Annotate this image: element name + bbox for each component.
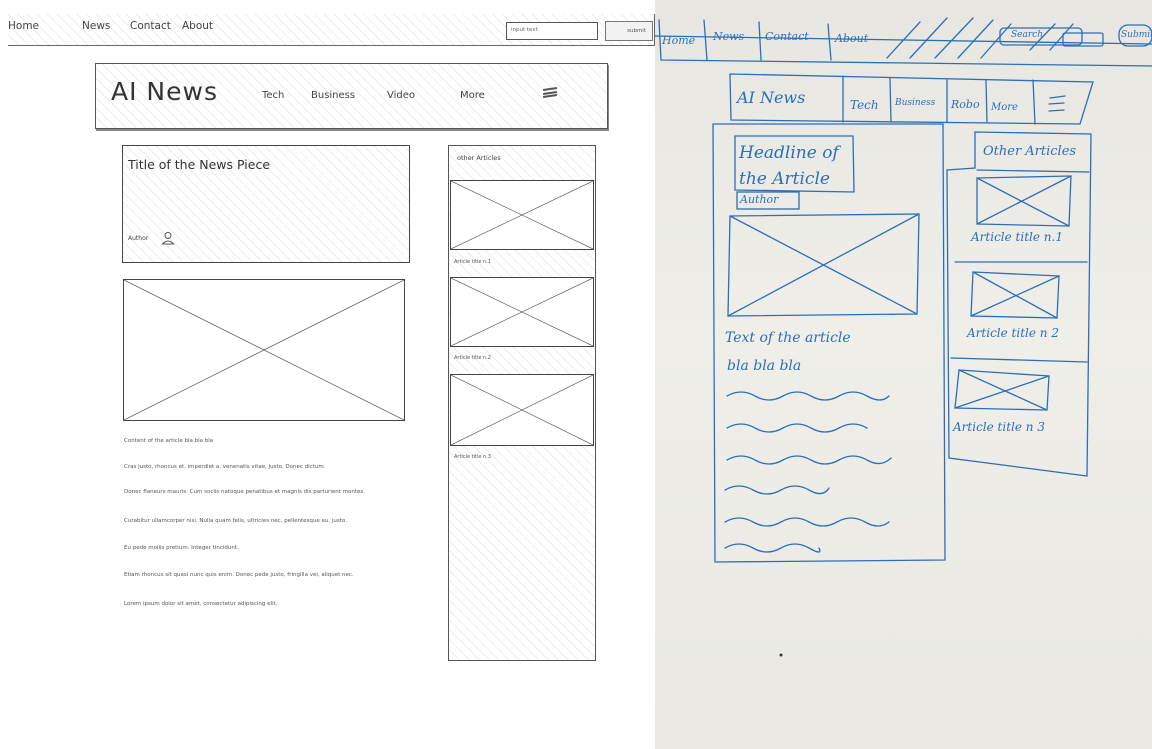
sketch-nav-home: Home (662, 34, 696, 47)
article-thumbnail-2[interactable] (450, 277, 594, 347)
sketch-article-title-1: Article title n.1 (971, 230, 1063, 244)
sketch-nav-contact: Contact (765, 30, 809, 43)
nav-contact-link[interactable]: Contact (130, 20, 171, 32)
sketch-nav-news: News (713, 30, 745, 43)
content-line: Eu pede mollis pretium. Integer tincidun… (124, 545, 239, 551)
article-thumbnail-1[interactable] (450, 180, 594, 250)
content-line: Lorem ipsum dolor sit amet, consectetur … (124, 601, 278, 607)
sketch-logo: AI News (737, 88, 806, 107)
sketch-submit-label: Submit (1121, 30, 1152, 40)
author-label: Author (128, 235, 149, 242)
other-articles-title: other Articles (457, 154, 501, 162)
content-line: Content of the article bla bla bla (124, 438, 214, 444)
content-line: Curabitur ullamcorper nisi. Nulla quam f… (124, 518, 347, 524)
search-input[interactable]: input text (506, 22, 598, 40)
sketch-article-title-2: Article title n 2 (967, 326, 1059, 340)
sketch-category-more: More (991, 102, 1018, 113)
article-title-1[interactable]: Article title n.1 (454, 259, 491, 265)
sketch-author: Author (740, 193, 779, 206)
paper-sketch-photo: Home News Contact About Search Submit AI… (655, 0, 1152, 749)
sketch-article-title-3: Article title n 3 (953, 420, 1045, 434)
category-business-link[interactable]: Business (311, 90, 355, 101)
content-line: Etiam rhoncus sit quasi nunc quis enim. … (124, 572, 354, 578)
site-header: AI News Tech Business Video More (95, 63, 608, 129)
sketch-headline: Headline of the Article (739, 143, 839, 189)
content-line: Donec flaneurs mauris. Cum sociis natoqu… (124, 489, 365, 495)
other-articles-panel: other Articles Article title n.1 Article… (448, 145, 596, 661)
category-tech-link[interactable]: Tech (262, 90, 284, 101)
sketch-search-label: Search (1011, 30, 1043, 40)
sketch-category-business: Business (895, 98, 936, 108)
user-icon (161, 232, 175, 245)
sketch-category-robo: Robo (951, 98, 980, 111)
nav-home-link[interactable]: Home (8, 20, 39, 32)
sketch-other-articles-title: Other Articles (983, 144, 1077, 159)
article-title-3[interactable]: Article title n.3 (454, 454, 491, 460)
article-title-2[interactable]: Article title n.2 (454, 355, 491, 361)
wireframe-panel: Home News Contact About input text submi… (0, 0, 655, 749)
article-image-placeholder (123, 279, 405, 421)
article-thumbnail-3[interactable] (450, 374, 594, 446)
menu-icon[interactable] (542, 86, 558, 100)
sketch-body-line-1: Text of the article (725, 330, 851, 346)
sketch-nav-about: About (835, 32, 869, 45)
submit-button[interactable]: submit (605, 21, 653, 41)
news-title: Title of the News Piece (128, 157, 271, 172)
sketch-body-line-2: bla bla bla (727, 358, 802, 374)
nav-about-link[interactable]: About (182, 20, 213, 32)
site-logo[interactable]: AI News (111, 77, 218, 106)
category-more-link[interactable]: More (460, 90, 485, 101)
content-line: Cras justo, rhoncus et, imperdiet a, ven… (124, 464, 326, 470)
category-video-link[interactable]: Video (387, 90, 415, 101)
nav-news-link[interactable]: News (82, 20, 110, 32)
sketch-drawing (655, 17, 1152, 657)
headline-card: Title of the News Piece Author (122, 145, 410, 263)
sketch-category-tech: Tech (850, 98, 879, 112)
